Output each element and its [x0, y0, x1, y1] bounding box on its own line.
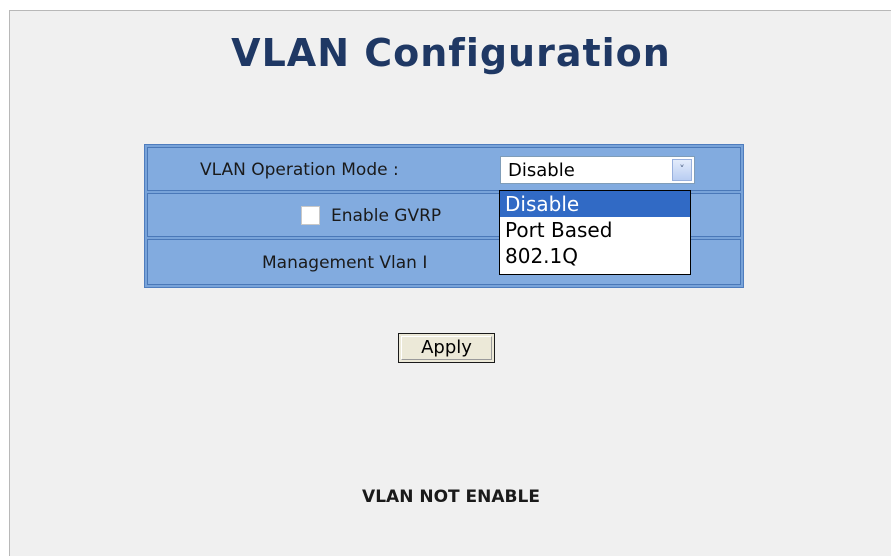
option-disable[interactable]: Disable — [500, 191, 690, 217]
vlan-status-message: VLAN NOT ENABLE — [362, 487, 540, 507]
operation-mode-value: Disable — [508, 160, 575, 181]
operation-mode-dropdown: Disable Port Based 802.1Q — [499, 190, 691, 275]
gvrp-label: Enable GVRP — [331, 206, 442, 226]
page-title: VLAN Configuration — [231, 31, 671, 75]
option-802-1q[interactable]: 802.1Q — [500, 243, 690, 269]
operation-mode-select[interactable]: Disable ˅ — [500, 156, 695, 184]
management-vlan-label: Management Vlan I — [262, 253, 428, 273]
apply-button-label: Apply — [401, 336, 492, 360]
operation-mode-row: VLAN Operation Mode : Disable ˅ — [147, 147, 741, 191]
chevron-down-icon[interactable]: ˅ — [672, 159, 692, 181]
option-port-based[interactable]: Port Based — [500, 217, 690, 243]
operation-mode-label: VLAN Operation Mode : — [200, 160, 399, 180]
apply-button[interactable]: Apply — [398, 333, 495, 363]
content-panel: VLAN Configuration VLAN Operation Mode :… — [9, 10, 891, 556]
gvrp-checkbox[interactable] — [301, 206, 320, 225]
